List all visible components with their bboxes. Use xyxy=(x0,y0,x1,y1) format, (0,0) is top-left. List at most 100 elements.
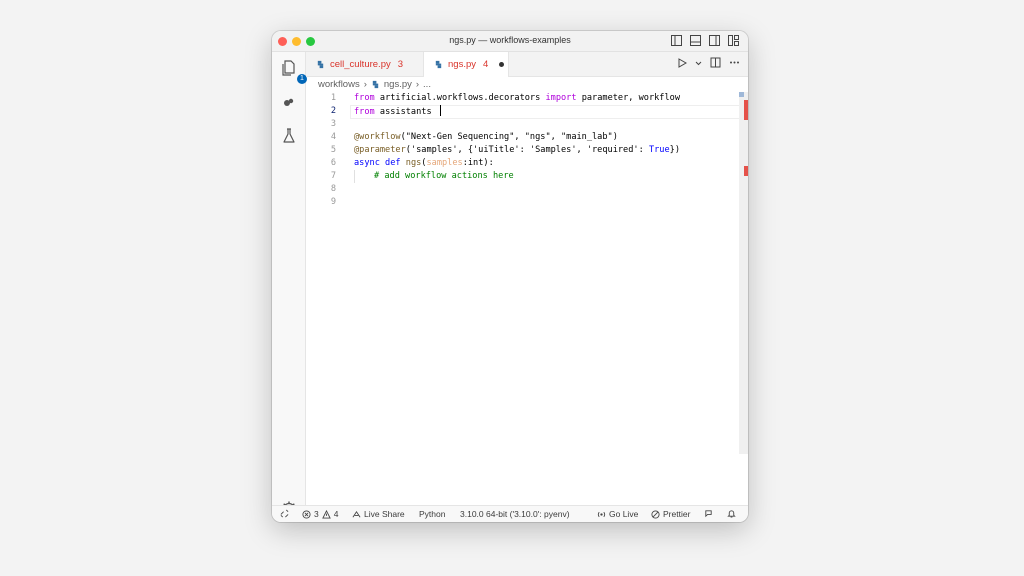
chevron-down-icon[interactable] xyxy=(695,58,702,68)
code-line[interactable]: 5 @parameter('samples', {'uiTitle': 'Samp… xyxy=(306,144,738,157)
text-cursor xyxy=(439,105,442,116)
code-token: import xyxy=(545,93,577,103)
code-token: artificial.workflows.decorators xyxy=(379,93,541,103)
code-text[interactable]: async def ngs(samples:int): xyxy=(354,157,494,170)
code-line[interactable]: 3 xyxy=(306,118,738,131)
line-number: 8 xyxy=(330,184,336,194)
code-text[interactable]: # add workflow actions here xyxy=(374,170,514,183)
code-text[interactable]: @parameter('samples', {'uiTitle': 'Sampl… xyxy=(354,144,680,157)
code-token: @parameter xyxy=(354,145,406,155)
line-number: 9 xyxy=(330,197,336,207)
interpreter-label: 3.10.0 64-bit ('3.10.0': pyenv) xyxy=(460,509,570,519)
go-live-label: Go Live xyxy=(609,509,639,519)
split-editor-icon[interactable] xyxy=(710,57,721,68)
line-number: 3 xyxy=(330,119,336,129)
language-label: Python xyxy=(419,509,446,519)
interpreter-selector[interactable]: 3.10.0 64-bit ('3.10.0': pyenv) xyxy=(460,509,570,519)
status-bar: 3 4 Live Share Python 3.10.0 64-bit ('3.… xyxy=(272,505,748,522)
python-file-icon xyxy=(317,60,324,68)
error-count: 3 xyxy=(314,509,319,519)
code-line[interactable]: 6 async def ngs(samples:int): xyxy=(306,157,738,170)
code-line[interactable]: 9 xyxy=(306,196,738,209)
notifications-button[interactable] xyxy=(727,509,736,518)
language-mode[interactable]: Python xyxy=(419,509,445,519)
feedback-button[interactable] xyxy=(704,509,713,518)
unsaved-dot-icon[interactable] xyxy=(499,62,505,67)
live-share-button[interactable]: Live Share xyxy=(352,509,405,519)
flask-icon xyxy=(283,128,295,143)
breadcrumb: workflows › ngs.py › ... xyxy=(318,79,431,90)
prettier-label: Prettier xyxy=(663,509,691,519)
code-text[interactable]: from assistants xyxy=(354,105,442,119)
tab-problem-count: 4 xyxy=(483,59,489,70)
code-text[interactable]: from artificial.workflows.decorators imp… xyxy=(354,92,680,105)
explorer-button[interactable]: 1 xyxy=(279,58,307,84)
code-line[interactable]: 1 from artificial.workflows.decorators im… xyxy=(306,92,738,105)
feedback-icon xyxy=(705,510,712,518)
toggle-panel-icon[interactable] xyxy=(689,34,702,47)
tab-problem-count: 3 xyxy=(397,58,404,70)
code-token: parameter, workflow xyxy=(581,93,681,103)
code-text[interactable]: @workflow("Next-Gen Sequencing", "ngs", … xyxy=(354,131,618,144)
live-share-icon xyxy=(352,510,361,517)
code-token: from xyxy=(354,93,375,103)
cursor-marker xyxy=(739,92,744,97)
more-actions-icon[interactable] xyxy=(729,57,740,68)
line-number: 2 xyxy=(330,106,336,116)
param-name: samples xyxy=(426,158,463,168)
editor-tabs: cell_culture.py 3 ngs.py 4 xyxy=(306,52,748,77)
code-token: @workflow xyxy=(354,132,401,142)
code-line[interactable]: 7 # add workflow actions here xyxy=(306,170,738,183)
line-number: 6 xyxy=(330,158,336,168)
tab-cell-culture[interactable]: cell_culture.py 3 xyxy=(306,52,424,76)
tab-label: cell_culture.py xyxy=(330,58,391,70)
line-number: 7 xyxy=(330,171,336,181)
editor-scrollbar[interactable] xyxy=(739,92,748,454)
code-token: ngs xyxy=(405,158,422,168)
line-number: 4 xyxy=(330,132,336,142)
code-line[interactable]: 2 from assistants xyxy=(306,105,740,119)
code-editor[interactable]: 1 from artificial.workflows.decorators im… xyxy=(306,92,740,209)
activity-bar: 1 xyxy=(272,52,307,517)
code-token: from xyxy=(354,107,375,117)
code-token: async def xyxy=(354,158,401,168)
code-token: ("Next-Gen Sequencing", "ngs", "main_lab… xyxy=(400,132,618,142)
chevron-right-icon: › xyxy=(415,79,420,90)
run-icon[interactable] xyxy=(677,57,687,68)
toggle-secondary-sidebar-icon[interactable] xyxy=(708,34,721,47)
vscode-window: ngs.py — workflows-examples 1 cell_cultu… xyxy=(272,31,748,522)
broadcast-icon xyxy=(597,511,606,517)
code-token: (samples:int): xyxy=(421,158,494,168)
code-token: assistants xyxy=(379,107,432,117)
testing-button[interactable] xyxy=(279,126,299,146)
indent-guide xyxy=(354,170,355,183)
remote-icon xyxy=(280,509,289,518)
problems-indicator[interactable]: 3 4 xyxy=(302,509,338,519)
title-bar: ngs.py — workflows-examples xyxy=(272,31,748,52)
extension-button[interactable] xyxy=(279,92,299,112)
breadcrumb-symbols[interactable]: ... xyxy=(423,79,431,90)
code-line[interactable]: 8 xyxy=(306,183,738,196)
breadcrumb-folder[interactable]: workflows xyxy=(318,79,360,90)
line-number: 1 xyxy=(330,93,336,103)
code-line[interactable]: 4 @workflow("Next-Gen Sequencing", "ngs",… xyxy=(306,131,738,144)
toggle-primary-sidebar-icon[interactable] xyxy=(670,34,683,47)
prettier-button[interactable]: Prettier xyxy=(651,509,690,519)
customize-layout-icon[interactable] xyxy=(727,34,740,47)
breadcrumb-file[interactable]: ngs.py xyxy=(384,79,412,90)
prettier-status-icon xyxy=(651,509,660,519)
blobs-icon xyxy=(284,98,294,106)
files-icon xyxy=(282,60,295,76)
go-live-button[interactable]: Go Live xyxy=(597,509,638,519)
bell-icon xyxy=(727,510,736,518)
python-file-icon xyxy=(372,80,379,89)
code-token: ('samples', {'uiTitle': 'Samples', 'requ… xyxy=(405,145,680,155)
code-token: # add workflow actions here xyxy=(374,171,514,181)
warning-icon xyxy=(321,509,331,519)
editor-actions xyxy=(677,57,740,68)
chevron-right-icon: › xyxy=(363,79,367,90)
error-icon xyxy=(302,509,311,519)
tab-ngs[interactable]: ngs.py 4 xyxy=(424,52,509,77)
remote-indicator[interactable] xyxy=(280,509,289,518)
live-share-label: Live Share xyxy=(364,509,405,519)
